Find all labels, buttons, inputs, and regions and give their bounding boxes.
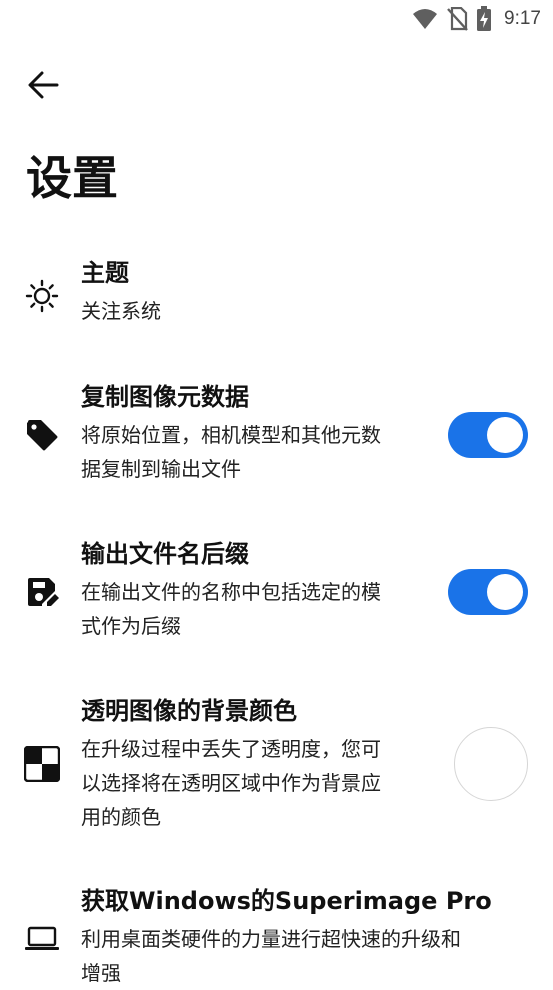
sun-icon	[24, 278, 60, 314]
description-line: 增强	[81, 961, 121, 985]
setting-get-pro-text: 获取Windows的Superimage Pro 利用桌面类硬件的力量进行超快速…	[81, 884, 492, 990]
output-suffix-toggle[interactable]	[448, 569, 528, 615]
setting-description: 利用桌面类硬件的力量进行超快速的升级和 增强	[81, 922, 492, 990]
laptop-icon	[24, 921, 60, 957]
wifi-icon	[412, 8, 438, 30]
tag-icon	[24, 417, 60, 453]
description-line: 式作为后缀	[81, 614, 181, 638]
setting-theme-text: 主题 关注系统	[81, 256, 161, 328]
setting-title: 透明图像的背景颜色	[81, 697, 297, 725]
toggle-knob	[487, 417, 523, 453]
toggle-knob	[487, 574, 523, 610]
setting-copy-metadata-text: 复制图像元数据 将原始位置，相机模型和其他元数 据复制到输出文件	[81, 380, 381, 486]
copy-metadata-toggle[interactable]	[448, 412, 528, 458]
status-icons: 9:17	[412, 6, 541, 32]
save-edit-icon	[24, 574, 60, 610]
description-line: 据复制到输出文件	[81, 457, 241, 481]
setting-description: 关注系统	[81, 299, 161, 323]
setting-output-suffix[interactable]: 输出文件名后缀 在输出文件的名称中包括选定的模 式作为后缀	[0, 537, 553, 647]
battery-charging-icon	[476, 6, 492, 32]
setting-title: 主题	[81, 259, 129, 287]
setting-description: 将原始位置，相机模型和其他元数 据复制到输出文件	[81, 418, 381, 486]
description-line: 在输出文件的名称中包括选定的模	[81, 580, 381, 604]
description-line: 在升级过程中丢失了透明度，您可	[81, 737, 381, 761]
setting-theme[interactable]: 主题 关注系统	[0, 256, 553, 336]
arrow-back-icon	[27, 71, 59, 103]
description-line: 利用桌面类硬件的力量进行超快速的升级和	[81, 927, 461, 951]
page-title: 设置	[26, 151, 118, 205]
background-color-swatch[interactable]	[454, 727, 528, 801]
setting-description: 在升级过程中丢失了透明度，您可 以选择将在透明区域中作为背景应 用的颜色	[81, 732, 381, 834]
setting-title: 输出文件名后缀	[81, 540, 249, 568]
setting-title: 复制图像元数据	[81, 383, 249, 411]
checkerboard-icon	[24, 746, 60, 782]
no-sim-icon	[446, 7, 468, 31]
setting-title: 获取Windows的Superimage Pro	[81, 887, 492, 915]
back-button[interactable]	[20, 64, 66, 110]
status-time: 9:17	[504, 8, 541, 29]
setting-transparent-bg-text: 透明图像的背景颜色 在升级过程中丢失了透明度，您可 以选择将在透明区域中作为背景…	[81, 694, 381, 834]
description-line: 将原始位置，相机模型和其他元数	[81, 423, 381, 447]
setting-output-suffix-text: 输出文件名后缀 在输出文件的名称中包括选定的模 式作为后缀	[81, 537, 381, 643]
description-line: 以选择将在透明区域中作为背景应	[81, 771, 381, 795]
setting-copy-metadata[interactable]: 复制图像元数据 将原始位置，相机模型和其他元数 据复制到输出文件	[0, 380, 553, 490]
setting-description: 在输出文件的名称中包括选定的模 式作为后缀	[81, 575, 381, 643]
description-line: 用的颜色	[81, 805, 161, 829]
setting-transparent-bg[interactable]: 透明图像的背景颜色 在升级过程中丢失了透明度，您可 以选择将在透明区域中作为背景…	[0, 694, 553, 838]
status-bar: 9:17	[0, 0, 553, 38]
setting-get-pro[interactable]: 获取Windows的Superimage Pro 利用桌面类硬件的力量进行超快速…	[0, 884, 553, 985]
